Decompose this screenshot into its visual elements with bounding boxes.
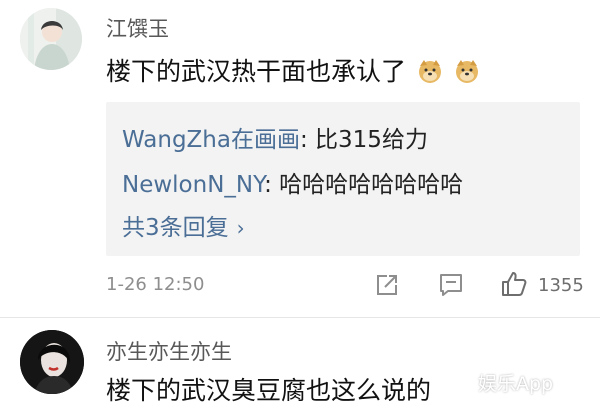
avatar-illustration <box>20 330 84 394</box>
reply-item[interactable]: WangZha在画画: 比315给力 <box>122 120 428 154</box>
reply-username[interactable]: WangZha在画画 <box>122 127 300 153</box>
reply-text: : 比315给力 <box>299 127 428 153</box>
comment-username[interactable]: 亦生亦生亦生 <box>106 336 232 366</box>
more-replies-link[interactable]: 共3条回复 › <box>122 208 245 242</box>
comment-text-body: 楼下的武汉热干面也承认了 <box>106 57 407 86</box>
avatar-illustration <box>20 8 82 70</box>
reply-text: : 哈哈哈哈哈哈哈哈 <box>264 172 464 198</box>
reply-item[interactable]: NewlonN_NY: 哈哈哈哈哈哈哈哈 <box>122 165 463 199</box>
divider <box>0 317 600 318</box>
doge-emoji <box>455 60 478 83</box>
comment-icon[interactable] <box>438 272 464 298</box>
comment-username[interactable]: 江馔玉 <box>106 13 169 43</box>
avatar[interactable] <box>20 330 84 394</box>
doge-emoji <box>418 60 441 83</box>
watermark-text: 娱乐App <box>478 372 554 395</box>
like-count: 1355 <box>538 275 584 296</box>
chevron-right-icon: › <box>236 216 245 240</box>
comment-timestamp: 1-26 12:50 <box>106 274 205 295</box>
thumbs-up-icon[interactable] <box>500 270 528 298</box>
comment-text: 楼下的武汉热干面也承认了 <box>106 52 480 88</box>
more-replies-label: 共3条回复 <box>122 215 229 241</box>
comment-text: 楼下的武汉臭豆腐也这么说的 <box>106 376 432 405</box>
reply-username[interactable]: NewlonN_NY <box>122 172 264 198</box>
share-icon[interactable] <box>374 272 400 298</box>
watermark-logo-icon <box>448 372 474 392</box>
avatar[interactable] <box>20 8 82 70</box>
reply-box: WangZha在画画: 比315给力 NewlonN_NY: 哈哈哈哈哈哈哈哈 … <box>106 102 580 256</box>
watermark: 娱乐App <box>448 367 553 397</box>
